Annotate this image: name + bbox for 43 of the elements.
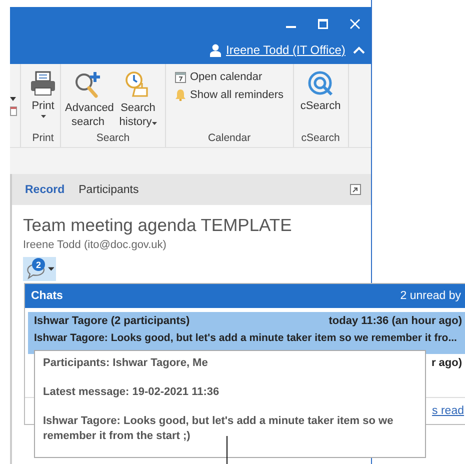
calendar-icon <box>175 71 186 83</box>
tab[interactable]: Record <box>20 180 70 200</box>
bell-icon <box>175 89 186 101</box>
chat-row[interactable]: Ishwar Tagore (2 participants) today 11:36 (an hour ago) Ishwar Tagore: Looks good, but let's add a minute taker item so we remember it fro... <box>28 312 465 354</box>
text-cursor-icon <box>226 436 228 464</box>
collapse-ribbon-icon[interactable] <box>353 46 365 54</box>
search-plus-icon <box>74 71 102 99</box>
chat-preview: Ishwar Tagore: Looks good, but let's add a minute taker item so we remember it fro... <box>34 332 458 344</box>
caret-icon <box>48 267 54 271</box>
chat-time: today 11:36 (an hour ago) <box>328 315 462 327</box>
caret-icon <box>152 122 157 125</box>
csearch-logo-icon <box>308 71 334 97</box>
ribbon-button[interactable]: Print <box>29 69 57 132</box>
record-author: Ireene Todd (ito@doc.gov.uk) <box>23 239 168 251</box>
user-icon <box>210 44 221 56</box>
ribbon-button[interactable]: Open calendar <box>175 69 284 85</box>
caret-icon <box>40 115 46 118</box>
unread-summary: 2 unread by <box>400 290 461 302</box>
ribbon-button[interactable]: cSearch <box>296 69 345 132</box>
record-title: Team meeting agenda TEMPLATE <box>23 215 293 236</box>
group-label: Search <box>96 132 130 146</box>
mark-read-link[interactable]: s read <box>432 405 464 417</box>
chat-title: Ishwar Tagore (2 participants) <box>34 315 190 327</box>
user-link[interactable]: Ireene Todd (IT Office) <box>226 43 346 57</box>
ribbon-button[interactable]: Search history <box>114 69 162 132</box>
group-label: cSearch <box>301 132 340 146</box>
caret-icon <box>10 97 16 101</box>
chat-button[interactable]: 2 <box>23 257 56 281</box>
count-badge: 2 <box>32 258 45 271</box>
group-label: Print <box>32 132 54 146</box>
ribbon-button[interactable]: Show all reminders <box>175 87 284 103</box>
tooltip-text: Latest message: 19-02-2021 11:36 <box>43 385 220 400</box>
maximize-icon[interactable] <box>318 19 328 29</box>
printer-icon <box>30 71 56 97</box>
group-label: Calendar <box>208 132 251 146</box>
pop-out-icon[interactable] <box>350 184 361 195</box>
ribbon-button[interactable]: Advanced search <box>64 69 112 132</box>
tooltip-text: Participants: Ishwar Tagore, Me <box>43 356 209 371</box>
close-icon[interactable] <box>350 19 360 29</box>
tooltip-text: Ishwar Tagore: Looks good, but let's add a minute taker item so we remember it from the start ;) <box>43 414 394 444</box>
tab[interactable]: Participants <box>74 180 144 200</box>
popup-title: Chats <box>31 290 63 302</box>
clock-scroll-icon <box>125 71 151 99</box>
